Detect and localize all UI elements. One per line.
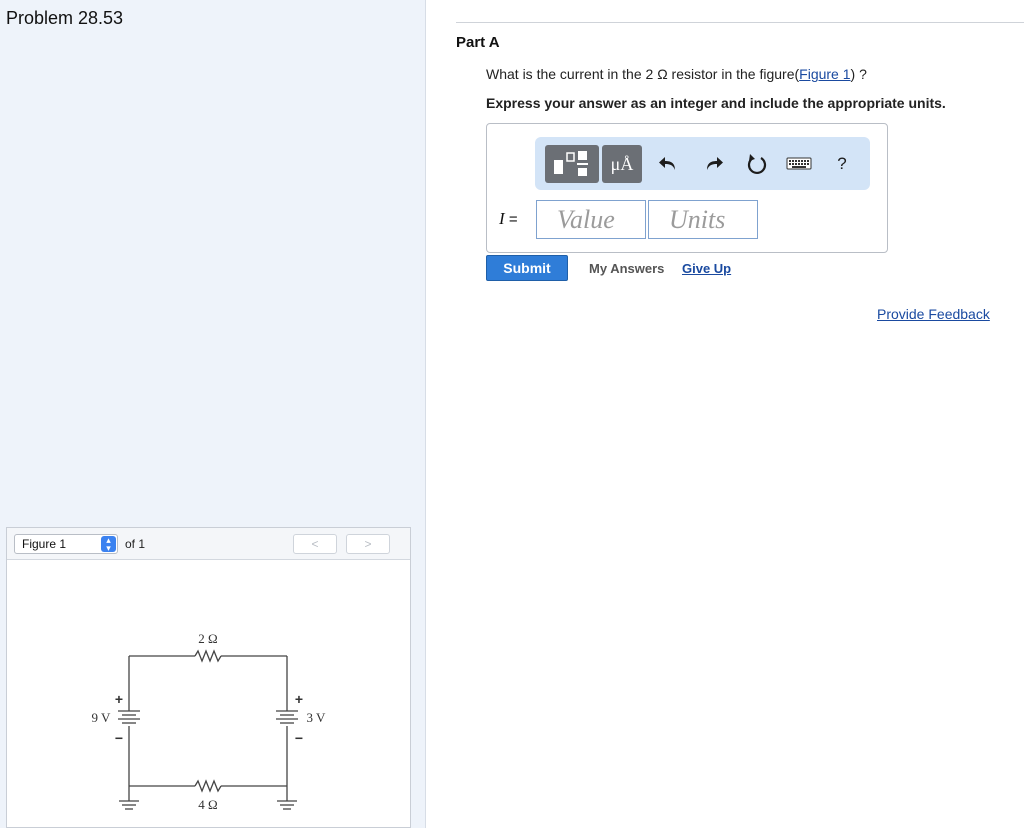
math-toolbar: μÅ ? <box>535 137 870 190</box>
chevron-updown-icon: ▴ ▾ <box>101 536 116 553</box>
answer-box: μÅ ? I = Value Units <box>486 123 888 253</box>
circuit-diagram: 2 Ω 4 Ω 9 V 3 V + − + − <box>92 631 327 812</box>
question-suffix: ) ? <box>850 66 867 82</box>
right-minus-sign: − <box>295 730 303 746</box>
figure-select[interactable]: Figure 1 ▴ ▾ <box>14 534 118 554</box>
submit-button[interactable]: Submit <box>486 255 568 281</box>
help-icon[interactable]: ? <box>829 151 855 177</box>
answer-variable-label: I = <box>499 209 518 229</box>
my-answers-link[interactable]: My Answers <box>589 261 664 276</box>
part-label: Part A <box>456 34 500 51</box>
left-plus-sign: + <box>115 691 123 707</box>
units-input[interactable]: Units <box>648 200 758 239</box>
next-figure-button[interactable]: > <box>346 534 390 554</box>
resistor-2-label: 2 Ω <box>198 631 217 646</box>
figure-toolbar: Figure 1 ▴ ▾ of 1 < > <box>7 528 410 560</box>
resistor-4-label: 4 Ω <box>198 797 217 812</box>
provide-feedback-link[interactable]: Provide Feedback <box>877 306 990 322</box>
problem-title: Problem 28.53 <box>6 8 124 28</box>
battery-3v-label: 3 V <box>307 710 327 725</box>
figure-link[interactable]: Figure 1 <box>799 66 850 82</box>
divider <box>456 22 1024 23</box>
templates-icon[interactable] <box>545 145 599 183</box>
units-icon[interactable]: μÅ <box>602 145 642 183</box>
reset-icon[interactable] <box>744 151 770 177</box>
redo-icon[interactable] <box>700 151 726 177</box>
right-plus-sign: + <box>295 691 303 707</box>
equals-sign: = <box>508 211 518 228</box>
left-minus-sign: − <box>115 730 123 746</box>
question-prefix: What is the current in the 2 Ω resistor … <box>486 66 800 82</box>
undo-icon[interactable] <box>656 151 682 177</box>
variable-symbol: I <box>499 209 505 228</box>
figure-viewer: Figure 1 ▴ ▾ of 1 < > 2 Ω 4 Ω 9 V 3 V + … <box>6 527 411 828</box>
keyboard-icon[interactable] <box>786 153 812 179</box>
question-text: What is the current in the 2 Ω resistor … <box>486 66 867 82</box>
problem-panel: Problem 28.53 Figure 1 ▴ ▾ of 1 < > 2 Ω … <box>0 0 426 828</box>
battery-9v-label: 9 V <box>92 710 112 725</box>
prev-figure-button[interactable]: < <box>293 534 337 554</box>
give-up-link[interactable]: Give Up <box>682 261 731 276</box>
figure-select-value: Figure 1 <box>22 537 67 551</box>
instruction-text: Express your answer as an integer and in… <box>486 95 946 111</box>
figure-count: of 1 <box>125 537 146 551</box>
value-input[interactable]: Value <box>536 200 646 239</box>
